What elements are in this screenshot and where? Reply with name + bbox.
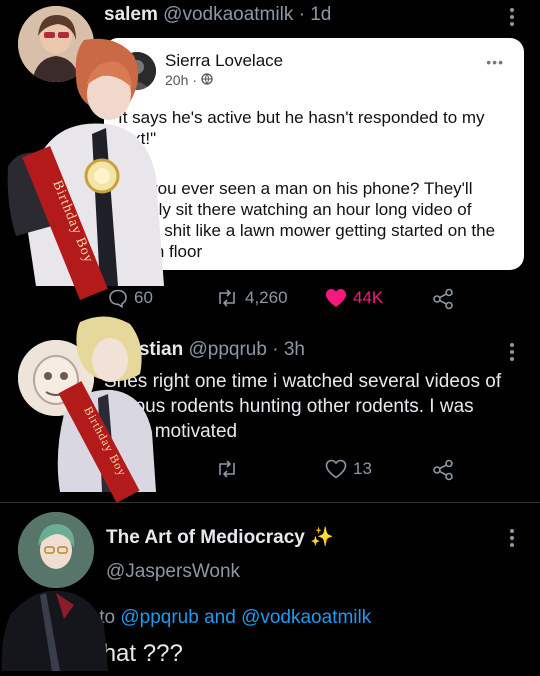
- timestamp[interactable]: 3h: [284, 339, 305, 360]
- mention-link-2[interactable]: @vodkaoatmilk: [241, 607, 371, 628]
- share-button[interactable]: [432, 288, 454, 310]
- share-icon: [432, 288, 454, 310]
- retweet-button[interactable]: [215, 459, 239, 479]
- globe-icon: [201, 72, 213, 88]
- divider: [0, 502, 540, 503]
- retweet-count: 4,260: [245, 288, 288, 307]
- display-name[interactable]: salem: [104, 4, 158, 25]
- tweet-3-header: The Art of Mediocracy ✨: [106, 525, 334, 549]
- more-icon[interactable]: [510, 529, 514, 550]
- retweet-button[interactable]: 4,260: [215, 288, 288, 308]
- more-icon[interactable]: [510, 8, 514, 29]
- embedded-more-icon: •••: [486, 54, 504, 70]
- display-name[interactable]: The Art of Mediocracy: [106, 527, 305, 548]
- embedded-meta: 20h ·: [165, 72, 213, 88]
- like-button[interactable]: 13: [325, 459, 372, 479]
- mention-link-1[interactable]: @ppqrub: [120, 607, 198, 628]
- sparkles-icon: ✨: [310, 527, 334, 548]
- like-button[interactable]: 44K: [325, 288, 383, 308]
- handle[interactable]: @vodkaoatmilk: [163, 4, 293, 25]
- handle[interactable]: @ppqrub: [188, 339, 266, 360]
- reply-count: 60: [134, 288, 153, 307]
- handle[interactable]: @JaspersWonk: [106, 561, 240, 582]
- like-count: 13: [353, 459, 372, 478]
- embedded-display-name: Sierra Lovelace: [165, 51, 284, 70]
- like-count: 44K: [353, 288, 384, 307]
- embedded-text-2: Girl you ever seen a man on his phone? T…: [118, 179, 496, 261]
- more-icon[interactable]: [510, 343, 514, 364]
- reply-icon: [108, 288, 128, 308]
- retweet-icon: [215, 459, 239, 479]
- character-sticker-1: Birthday Boy: [6, 36, 171, 301]
- tweet-1-header: salem @vodkaoatmilk · 1d: [104, 4, 332, 25]
- avatar-jasperswonk[interactable]: [18, 512, 94, 588]
- embedded-text-1: It says he's active but he hasn't respon…: [118, 108, 485, 148]
- reply-button[interactable]: 60: [108, 288, 153, 308]
- retweet-icon: [215, 288, 239, 308]
- character-sticker-3: [0, 585, 110, 671]
- tweet-3-handle: @JaspersWonk: [106, 561, 240, 583]
- tweet-2-text: Shes right one time i watched several vi…: [104, 371, 502, 442]
- share-icon: [432, 459, 454, 481]
- heart-icon: [325, 288, 347, 308]
- share-button[interactable]: [432, 459, 454, 481]
- timestamp[interactable]: 1d: [310, 4, 331, 25]
- heart-icon: [325, 459, 347, 479]
- character-sticker-2: Birthday Boy: [50, 314, 160, 503]
